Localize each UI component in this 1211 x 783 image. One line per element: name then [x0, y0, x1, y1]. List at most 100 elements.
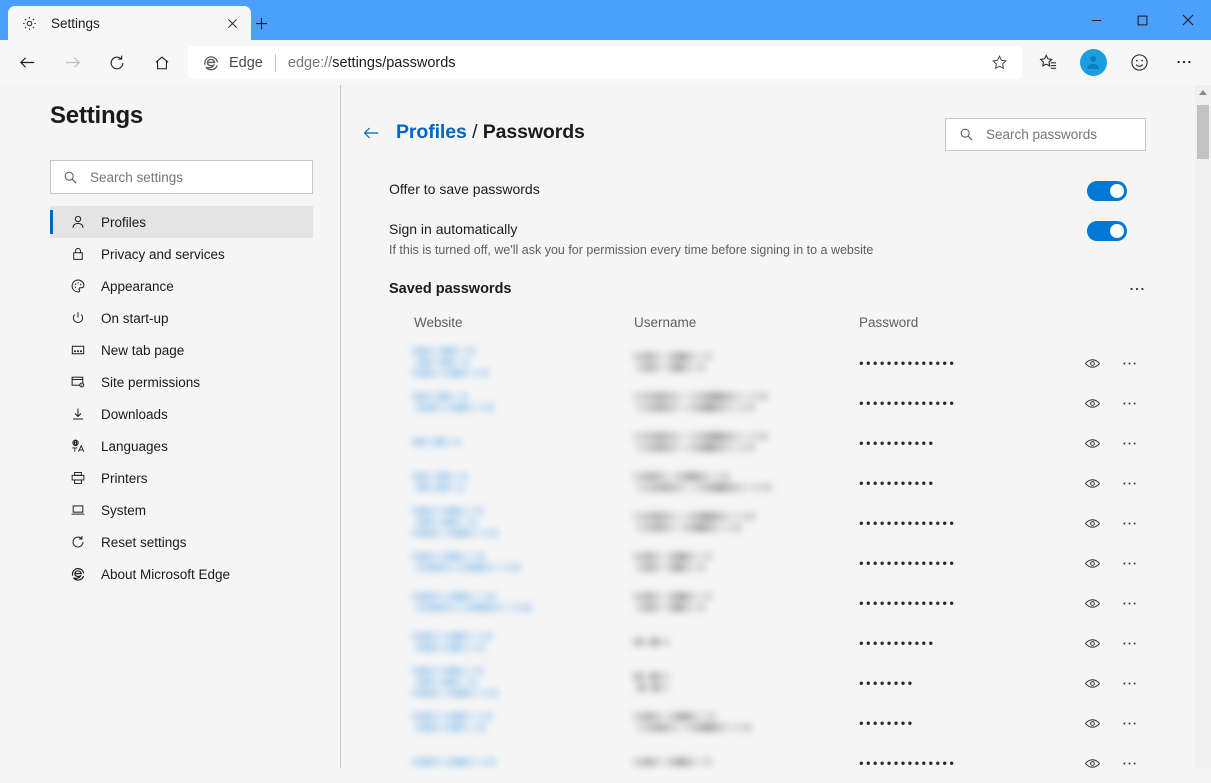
row-more-menu[interactable] — [1118, 752, 1140, 774]
row-more-menu[interactable] — [1118, 352, 1140, 374]
search-settings-placeholder: Search settings — [90, 169, 184, 185]
row-more-menu[interactable] — [1118, 632, 1140, 654]
search-settings-input[interactable]: Search settings — [50, 160, 313, 194]
saved-passwords-more-menu[interactable] — [1123, 277, 1151, 301]
table-row[interactable]: •••••••••••••• — [341, 743, 1191, 783]
cell-username — [631, 552, 727, 574]
browser-tab-settings[interactable]: Settings — [8, 6, 251, 40]
page-scrollbar[interactable] — [1195, 85, 1211, 768]
back-arrow-icon[interactable] — [360, 122, 382, 144]
address-bar[interactable]: Edge edge://settings/passwords — [188, 46, 1022, 79]
table-row[interactable]: •••••••••••••• — [341, 503, 1191, 543]
sidebar-item-system[interactable]: System — [50, 494, 313, 526]
scroll-up-arrow-icon[interactable] — [1195, 85, 1211, 101]
sidebar-item-profiles[interactable]: Profiles — [50, 206, 313, 238]
eye-icon[interactable] — [1081, 352, 1103, 374]
table-row[interactable]: •••••••• — [341, 703, 1191, 743]
sidebar-item-label: New tab page — [101, 342, 185, 358]
row-more-menu[interactable] — [1118, 432, 1140, 454]
table-row[interactable]: •••••••••••••• — [341, 543, 1191, 583]
sidebar-item-reset-settings[interactable]: Reset settings — [50, 526, 313, 558]
website-redacted — [411, 392, 494, 412]
cell-username — [631, 432, 779, 454]
sidebar-item-label: Privacy and services — [101, 246, 225, 262]
eye-icon[interactable] — [1081, 472, 1103, 494]
sidebar-item-appearance[interactable]: Appearance — [50, 270, 313, 302]
sidebar-item-languages[interactable]: Languages — [50, 430, 313, 462]
sidebar-item-label: Printers — [101, 470, 148, 486]
table-row[interactable]: •••••••• — [341, 663, 1191, 703]
table-row[interactable]: ••••••••••• — [341, 463, 1191, 503]
languages-icon — [68, 436, 88, 456]
row-more-menu[interactable] — [1118, 552, 1140, 574]
sidebar-item-privacy-and-services[interactable]: Privacy and services — [50, 238, 313, 270]
row-more-menu[interactable] — [1118, 592, 1140, 614]
search-icon — [63, 170, 78, 185]
eye-icon[interactable] — [1081, 512, 1103, 534]
passwords-panel: Profiles / Passwords Search passwords Of… — [341, 85, 1191, 771]
breadcrumb-parent-link[interactable]: Profiles — [396, 121, 467, 143]
back-button[interactable] — [9, 45, 45, 81]
close-window-button[interactable] — [1165, 0, 1211, 40]
sidebar-item-printers[interactable]: Printers — [50, 462, 313, 494]
setting-label: Offer to save passwords — [389, 181, 540, 197]
row-more-menu[interactable] — [1118, 712, 1140, 734]
sidebar-item-about-microsoft-edge[interactable]: About Microsoft Edge — [50, 558, 313, 590]
eye-icon[interactable] — [1081, 552, 1103, 574]
newtab-icon — [68, 340, 88, 360]
row-more-menu[interactable] — [1118, 512, 1140, 534]
close-icon[interactable] — [219, 10, 245, 36]
table-row[interactable]: •••••••••••••• — [341, 343, 1191, 383]
eye-icon[interactable] — [1081, 432, 1103, 454]
sidebar-nav: Profiles Privacy and services Appearance… — [50, 206, 313, 590]
row-more-menu[interactable] — [1118, 672, 1140, 694]
eye-icon[interactable] — [1081, 672, 1103, 694]
star-add-icon[interactable] — [986, 50, 1012, 76]
eye-icon[interactable] — [1081, 752, 1103, 774]
eye-icon[interactable] — [1081, 592, 1103, 614]
website-redacted — [411, 666, 505, 698]
sidebar-item-new-tab-page[interactable]: New tab page — [50, 334, 313, 366]
sidebar-item-downloads[interactable]: Downloads — [50, 398, 313, 430]
cell-website — [411, 472, 485, 494]
sidebar-item-on-start-up[interactable]: On start-up — [50, 302, 313, 334]
table-row[interactable]: •••••••••••••• — [341, 583, 1191, 623]
table-row[interactable]: ••••••••••• — [341, 423, 1191, 463]
edge-logo-icon — [202, 54, 220, 72]
maximize-button[interactable] — [1119, 0, 1165, 40]
username-redacted — [631, 637, 677, 647]
favorites-list-icon[interactable] — [1031, 45, 1065, 79]
minimize-button[interactable] — [1073, 0, 1119, 40]
cell-password: ••••••••••• — [859, 435, 936, 451]
column-header-website: Website — [414, 315, 463, 330]
cell-password: ••••••••••• — [859, 635, 936, 651]
eye-icon[interactable] — [1081, 632, 1103, 654]
eye-icon[interactable] — [1081, 712, 1103, 734]
download-icon — [68, 404, 88, 424]
breadcrumb-separator: / — [472, 121, 478, 143]
username-redacted — [631, 712, 753, 732]
home-button[interactable] — [144, 45, 180, 81]
profile-avatar[interactable] — [1076, 45, 1110, 79]
palette-icon — [68, 276, 88, 296]
cell-password: •••••••••••••• — [859, 595, 957, 611]
new-tab-button[interactable] — [248, 10, 274, 36]
offer-to-save-passwords-toggle[interactable] — [1087, 181, 1127, 201]
table-row[interactable]: ••••••••••• — [341, 623, 1191, 663]
table-row[interactable]: •••••••••••••• — [341, 383, 1191, 423]
search-passwords-input[interactable]: Search passwords — [945, 118, 1146, 151]
table-body: •••••••••••••• •••••••••••••• ••••••••••• •… — [341, 343, 1191, 783]
refresh-button[interactable] — [99, 45, 135, 81]
sidebar-item-site-permissions[interactable]: Site permissions — [50, 366, 313, 398]
sign-in-automatically-toggle[interactable] — [1087, 221, 1127, 241]
setting-offer-to-save-passwords: Offer to save passwords — [389, 181, 1127, 201]
website-redacted — [411, 346, 495, 378]
browser-more-menu[interactable] — [1167, 45, 1201, 79]
sidebar-item-label: Reset settings — [101, 534, 187, 550]
eye-icon[interactable] — [1081, 392, 1103, 414]
smiley-icon[interactable] — [1122, 45, 1156, 79]
scrollbar-thumb[interactable] — [1197, 105, 1209, 159]
row-more-menu[interactable] — [1118, 472, 1140, 494]
printer-icon — [68, 468, 88, 488]
row-more-menu[interactable] — [1118, 392, 1140, 414]
